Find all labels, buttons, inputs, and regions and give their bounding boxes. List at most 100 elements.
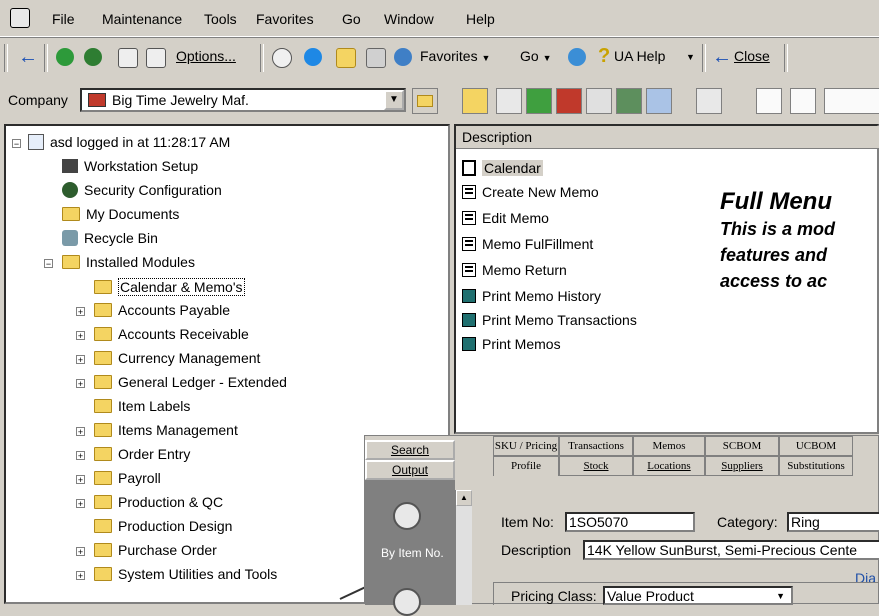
tree-module[interactable]: Order Entry bbox=[94, 446, 190, 462]
menu-maintenance[interactable]: Maintenance bbox=[102, 11, 182, 27]
expand-icon[interactable]: + bbox=[76, 379, 85, 389]
tab-stock[interactable]: Stock bbox=[559, 456, 633, 476]
favorites-dropdown[interactable]: Favorites ▼ bbox=[420, 48, 490, 64]
desktop-icon[interactable] bbox=[336, 48, 356, 68]
home-icon[interactable] bbox=[366, 48, 386, 68]
people-icon[interactable] bbox=[304, 48, 322, 66]
expand-icon[interactable]: + bbox=[76, 331, 85, 341]
tree-module[interactable]: Currency Management bbox=[94, 350, 260, 366]
tab-suppliers[interactable]: Suppliers bbox=[705, 456, 779, 476]
search-clock-icon[interactable] bbox=[393, 588, 421, 616]
tab-sku-pricing[interactable]: SKU / Pricing bbox=[493, 436, 559, 456]
company-select[interactable]: Big Time Jewelry Maf. ▼ bbox=[80, 88, 406, 112]
tree-module[interactable]: Item Labels bbox=[94, 398, 190, 414]
output-button[interactable]: Output bbox=[365, 460, 455, 480]
user-tree-button[interactable] bbox=[496, 88, 522, 114]
go-dropdown[interactable]: Go ▼ bbox=[520, 48, 552, 64]
folder-view-button[interactable] bbox=[462, 88, 488, 114]
list-item[interactable]: Print Memo Transactions bbox=[462, 312, 637, 328]
category-field[interactable]: Ring bbox=[787, 512, 879, 532]
list-item-calendar[interactable]: Calendar bbox=[462, 160, 543, 176]
report-button[interactable] bbox=[646, 88, 672, 114]
pricing-class-select[interactable]: Value Product ▼ bbox=[603, 586, 793, 605]
tree-module[interactable]: Payroll bbox=[94, 470, 161, 486]
back-arrow-icon[interactable]: ← bbox=[18, 46, 38, 69]
tree-item-recycle[interactable]: Recycle Bin bbox=[62, 230, 158, 246]
menu-file[interactable]: File bbox=[52, 11, 75, 27]
tree-module[interactable]: Accounts Payable bbox=[94, 302, 230, 318]
list-item[interactable]: Print Memo History bbox=[462, 288, 601, 304]
collapse-installed-icon[interactable]: − bbox=[44, 259, 53, 269]
collapse-root-icon[interactable]: − bbox=[12, 139, 21, 149]
options-button[interactable]: Options... bbox=[176, 48, 236, 64]
close-button[interactable]: Close bbox=[734, 48, 770, 64]
expand-icon[interactable]: + bbox=[76, 451, 85, 461]
expand-icon[interactable]: + bbox=[76, 427, 85, 437]
details-view-button[interactable] bbox=[824, 88, 879, 114]
by-item-label[interactable]: By Item No. bbox=[381, 546, 444, 560]
tree-item-installed[interactable]: Installed Modules bbox=[62, 254, 195, 270]
tab-locations[interactable]: Locations bbox=[633, 456, 705, 476]
map-button[interactable] bbox=[526, 88, 552, 114]
search-button[interactable]: Search bbox=[365, 440, 455, 460]
tree-module[interactable]: Accounts Receivable bbox=[94, 326, 249, 342]
monitor-button[interactable] bbox=[586, 88, 612, 114]
close-arrow-icon[interactable]: ← bbox=[712, 46, 732, 69]
menu-go[interactable]: Go bbox=[342, 11, 361, 27]
expand-icon[interactable]: + bbox=[76, 571, 85, 581]
favorites-star-icon[interactable] bbox=[394, 48, 412, 66]
tree-module[interactable]: Items Management bbox=[94, 422, 238, 438]
tree-root[interactable]: asd logged in at 11:28:17 AM bbox=[28, 134, 230, 150]
globe-icon[interactable] bbox=[56, 48, 74, 66]
split-view-icon[interactable] bbox=[118, 48, 138, 68]
description-field[interactable]: 14K Yellow SunBurst, Semi-Precious Cente bbox=[583, 540, 879, 560]
sparkle-button[interactable] bbox=[696, 88, 722, 114]
help-question-icon[interactable]: ? bbox=[598, 45, 610, 68]
list-item[interactable]: Memo FulFillment bbox=[462, 236, 593, 252]
person-button[interactable] bbox=[616, 88, 642, 114]
app-menu-icon[interactable] bbox=[10, 8, 30, 28]
expand-icon[interactable]: + bbox=[76, 499, 85, 509]
small-icons-button[interactable] bbox=[756, 88, 782, 114]
tree-item-documents[interactable]: My Documents bbox=[62, 206, 179, 222]
list-item[interactable]: Edit Memo bbox=[462, 210, 549, 226]
network-icon[interactable] bbox=[568, 48, 586, 66]
expand-icon[interactable]: + bbox=[76, 475, 85, 485]
ua-help-button[interactable]: UA Help bbox=[614, 48, 665, 64]
tree-item-workstation[interactable]: Workstation Setup bbox=[62, 158, 198, 174]
parent-folder-button[interactable] bbox=[412, 88, 438, 114]
users-icon[interactable] bbox=[84, 48, 102, 66]
expand-icon[interactable]: + bbox=[76, 547, 85, 557]
tab-memos[interactable]: Memos bbox=[633, 436, 705, 456]
tree-module[interactable]: Purchase Order bbox=[94, 542, 217, 558]
tab-profile[interactable]: Profile bbox=[493, 456, 559, 476]
chart-button[interactable] bbox=[556, 88, 582, 114]
list-item[interactable]: Memo Return bbox=[462, 262, 567, 278]
history-icon[interactable] bbox=[272, 48, 292, 68]
tree-module[interactable]: Production Design bbox=[94, 518, 232, 534]
menu-help[interactable]: Help bbox=[466, 11, 495, 27]
list-item[interactable]: Create New Memo bbox=[462, 184, 599, 200]
expand-icon[interactable]: + bbox=[76, 355, 85, 365]
tree-module[interactable]: System Utilities and Tools bbox=[94, 566, 277, 582]
item-no-field[interactable]: 1SO5070 bbox=[565, 512, 695, 532]
menu-tools[interactable]: Tools bbox=[204, 11, 237, 27]
list-view-button[interactable] bbox=[790, 88, 816, 114]
tree-item-security[interactable]: Security Configuration bbox=[62, 182, 222, 198]
tree-module-calendar[interactable]: Calendar & Memo's bbox=[94, 278, 245, 296]
chevron-down-icon[interactable]: ▼ bbox=[384, 90, 404, 110]
tab-scbom[interactable]: SCBOM bbox=[705, 436, 779, 456]
tree-module[interactable]: Production & QC bbox=[94, 494, 223, 510]
menu-favorites[interactable]: Favorites bbox=[256, 11, 314, 27]
tree-view-icon[interactable] bbox=[146, 48, 166, 68]
tab-ucbom[interactable]: UCBOM bbox=[779, 436, 853, 456]
search-by-item-icon[interactable] bbox=[393, 502, 421, 530]
menu-window[interactable]: Window bbox=[384, 11, 434, 27]
tree-module[interactable]: General Ledger - Extended bbox=[94, 374, 287, 390]
tab-transactions[interactable]: Transactions bbox=[559, 436, 633, 456]
toolbar-overflow-icon[interactable]: ▼ bbox=[686, 52, 695, 62]
panel-scrollbar[interactable]: ▲ bbox=[455, 490, 472, 605]
tab-substitutions[interactable]: Substitutions bbox=[779, 456, 853, 476]
expand-icon[interactable]: + bbox=[76, 307, 85, 317]
scroll-up-icon[interactable]: ▲ bbox=[456, 490, 472, 506]
